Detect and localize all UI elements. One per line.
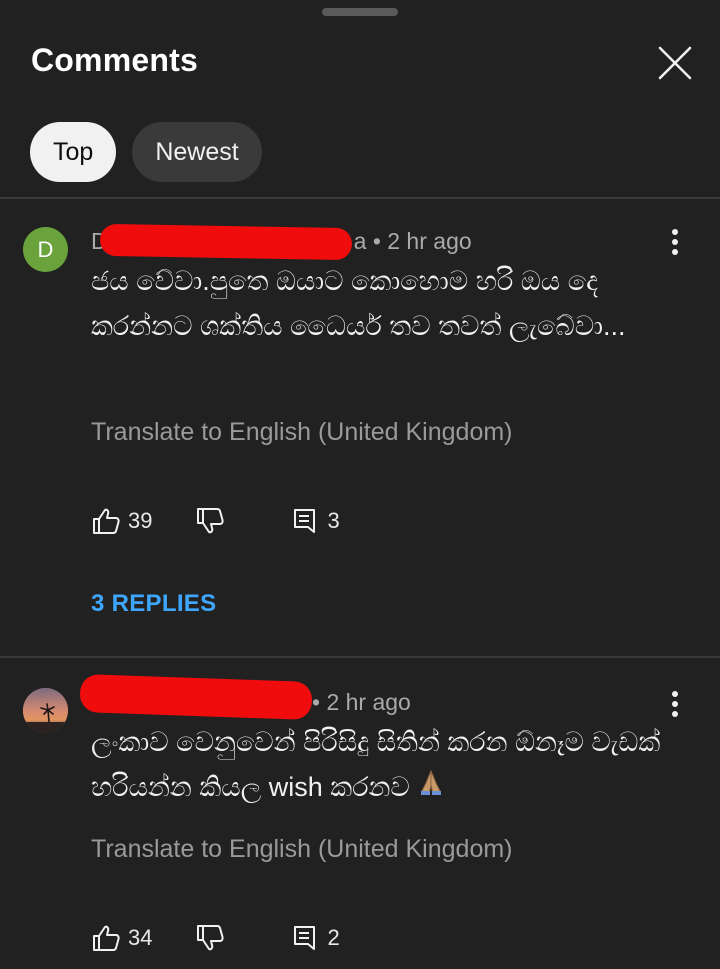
reply-count: 3 — [327, 508, 340, 533]
close-icon — [658, 46, 692, 80]
comment-text: ජය වේවා.පුතෙ ඔයාට කොහොම හරි ඔය දෙ කරන්නට… — [91, 266, 626, 341]
comment-menu-button[interactable] — [662, 684, 688, 724]
redaction-mark — [99, 223, 353, 261]
thumbs-down-icon — [197, 925, 225, 951]
header-divider — [0, 197, 720, 199]
comment-divider — [0, 656, 720, 658]
comment-time: • 2 hr ago — [312, 689, 411, 715]
reply-button[interactable]: 2 — [292, 924, 340, 952]
comment-meta: • 2 hr ago — [312, 689, 411, 716]
comment-icon — [294, 926, 316, 950]
chip-top[interactable]: Top — [30, 122, 117, 182]
avatar-letter: D — [37, 236, 54, 262]
drag-handle[interactable] — [322, 8, 398, 16]
close-button[interactable] — [652, 40, 698, 86]
comment-actions: 34 2 — [91, 920, 340, 956]
dislike-button[interactable] — [195, 506, 225, 536]
comments-panel: Comments Top Newest D Da • 2 hr ago ජය ව… — [0, 0, 720, 969]
like-button[interactable]: 34 — [91, 923, 152, 953]
comment-menu-button[interactable] — [662, 222, 688, 262]
comment-icon — [294, 509, 316, 533]
like-button[interactable]: 39 — [91, 506, 152, 536]
comment-text: ලංකාව වෙනුවෙන් පිරිසිදු සිතින් කරන ඕනෑම … — [91, 720, 661, 811]
chip-newest[interactable]: Newest — [132, 122, 262, 182]
like-count: 39 — [128, 508, 153, 533]
thumbs-down-icon — [197, 508, 225, 534]
sort-chips: Top Newest — [30, 122, 262, 182]
panel-title: Comments — [31, 42, 198, 78]
thumbs-up-icon — [93, 508, 120, 534]
more-vert-icon — [672, 691, 678, 717]
author-name-tail: a — [353, 228, 367, 254]
redaction-mark — [79, 673, 313, 721]
more-vert-icon — [672, 229, 678, 255]
reply-count: 2 — [327, 925, 340, 950]
like-count: 34 — [128, 925, 153, 950]
translate-link[interactable]: Translate to English (United Kingdom) — [91, 835, 513, 864]
avatar[interactable] — [23, 688, 68, 733]
view-replies-button[interactable]: 3 REPLIES — [91, 590, 216, 618]
dislike-button[interactable] — [195, 923, 225, 953]
thumbs-up-icon — [93, 925, 120, 951]
folded-hands-icon — [416, 766, 446, 811]
palm-tree-sunset-icon — [23, 688, 68, 733]
comment-actions: 39 3 — [91, 503, 340, 539]
comment-time: • 2 hr ago — [372, 228, 472, 254]
comment-text-content: ලංකාව වෙනුවෙන් පිරිසිදු සිතින් කරන ඕනෑම … — [91, 727, 661, 802]
reply-button[interactable]: 3 — [292, 507, 340, 535]
avatar[interactable]: D — [23, 227, 68, 272]
translate-link[interactable]: Translate to English (United Kingdom) — [91, 418, 513, 447]
